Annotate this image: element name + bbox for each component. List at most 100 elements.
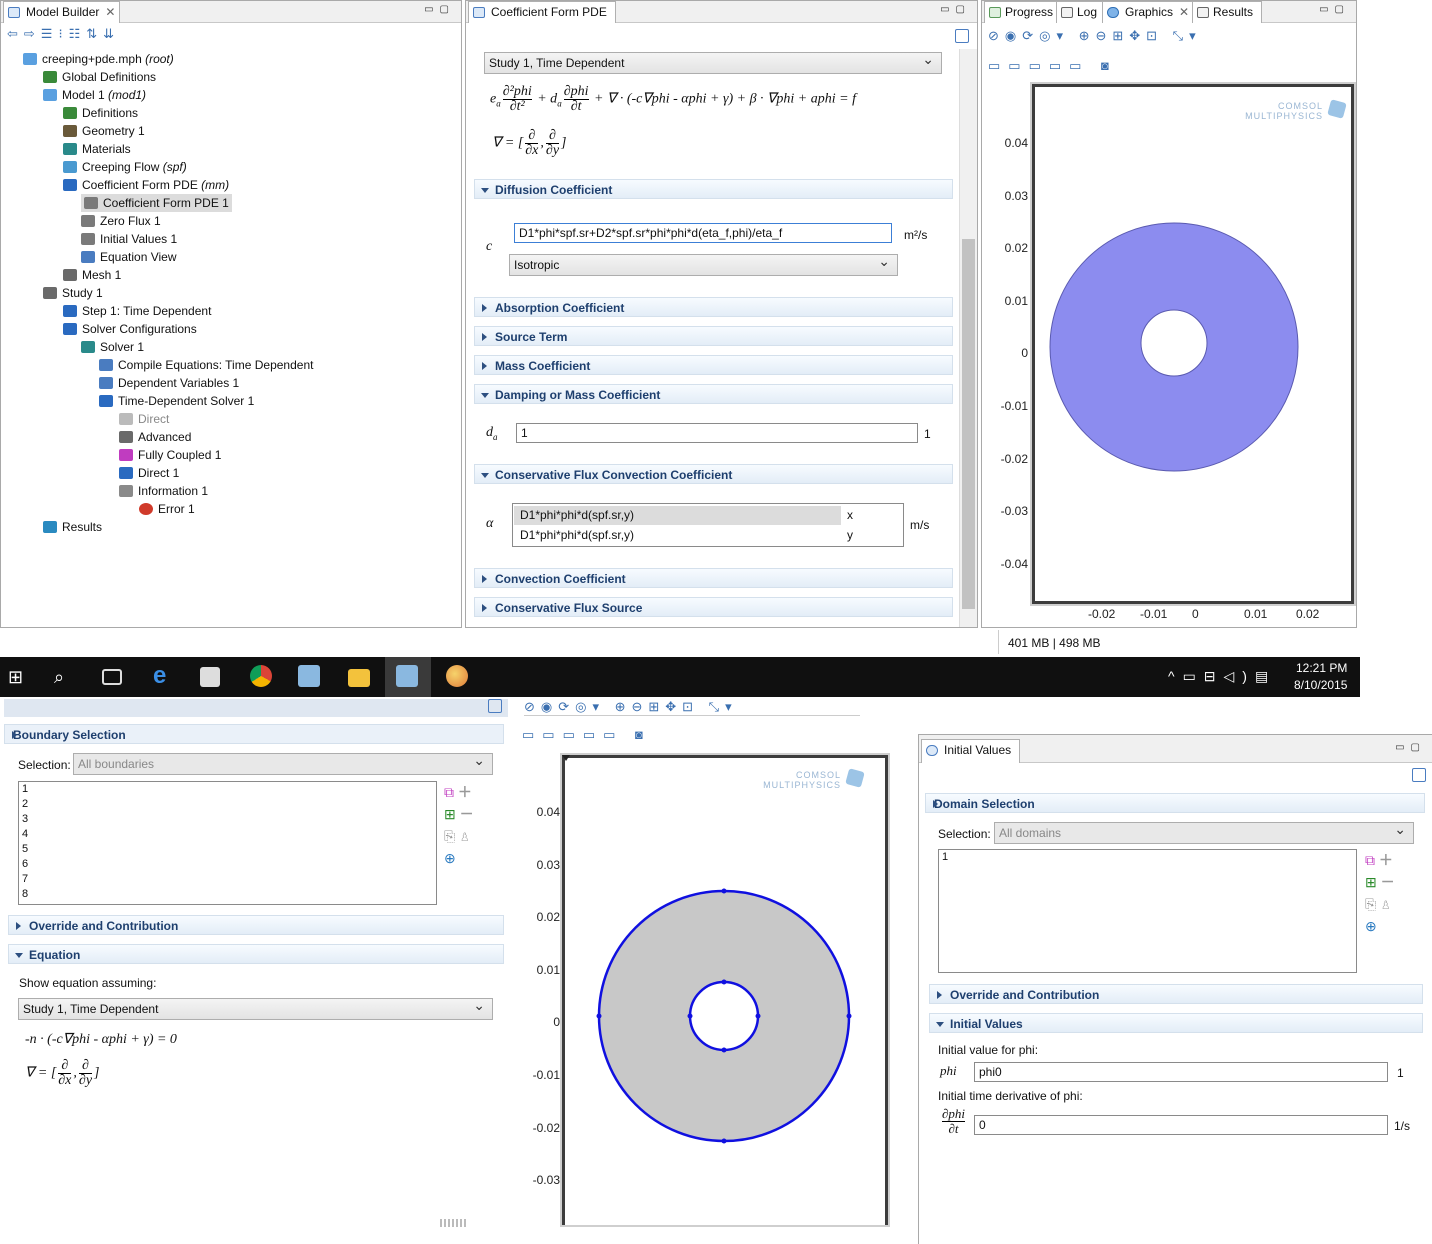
- clock-date[interactable]: 8/10/2015: [1294, 678, 1347, 692]
- section-override[interactable]: Override and Contribution: [8, 915, 504, 935]
- list-item[interactable]: 6: [19, 857, 436, 872]
- section-initial-values[interactable]: Initial Values: [929, 1013, 1423, 1033]
- comsol-active-icon[interactable]: [396, 665, 418, 687]
- boundary-list[interactable]: 12345678: [18, 781, 437, 905]
- graphics2-canvas[interactable]: COMSOL MULTIPHYSICS: [562, 755, 888, 1225]
- chrome-icon[interactable]: [250, 665, 272, 687]
- file-explorer-icon[interactable]: [348, 669, 370, 687]
- section-override-initial[interactable]: Override and Contribution: [929, 984, 1423, 1004]
- tree-item[interactable]: Step 1: Time Dependent: [63, 302, 211, 320]
- graphics-canvas[interactable]: COMSOL MULTIPHYSICS: [1032, 84, 1354, 604]
- tree-item[interactable]: Study 1: [43, 284, 103, 302]
- comsol-icon[interactable]: [298, 665, 320, 687]
- section-convection[interactable]: Convection Coefficient: [474, 568, 953, 588]
- tree-item[interactable]: Solver Configurations: [63, 320, 197, 338]
- study-select[interactable]: Study 1, Time Dependent: [484, 49, 942, 74]
- paste-selection-icon[interactable]: ⧉ ＋: [444, 781, 484, 803]
- section-equation[interactable]: Equation: [8, 944, 504, 964]
- list-item[interactable]: 3: [19, 812, 436, 827]
- alpha-x-value[interactable]: D1*phi*phi*d(spf.sr,y): [514, 506, 841, 525]
- close-icon[interactable]: ✕: [105, 2, 115, 23]
- list-item[interactable]: 2: [19, 797, 436, 812]
- alpha-y-value[interactable]: D1*phi*phi*d(spf.sr,y): [514, 526, 841, 545]
- boundary-study-select[interactable]: Study 1, Time Dependent: [18, 995, 493, 1020]
- coef-tab[interactable]: Coefficient Form PDE: [468, 1, 616, 23]
- copy-selection-icon[interactable]: ⎘ ♙: [444, 825, 484, 847]
- section-diffusion[interactable]: Diffusion Coefficient: [474, 179, 953, 199]
- dphi-initial-input[interactable]: 0: [974, 1115, 1388, 1135]
- tree-item[interactable]: Fully Coupled 1: [119, 446, 221, 464]
- domain-list[interactable]: 1: [938, 849, 1357, 973]
- create-selection-icon[interactable]: ⊞ －: [1365, 871, 1405, 893]
- list-item[interactable]: 7: [19, 872, 436, 887]
- tree-item[interactable]: Advanced: [119, 428, 191, 446]
- window-buttons[interactable]: ▭▢: [1395, 742, 1426, 753]
- tab-graphics[interactable]: Graphics ✕: [1102, 1, 1195, 23]
- tree-item[interactable]: Error 1: [139, 500, 195, 518]
- start-button-icon[interactable]: ⊞: [8, 665, 32, 689]
- coef-scrollbar[interactable]: [959, 49, 977, 627]
- task-view-icon[interactable]: [102, 669, 122, 685]
- create-selection-icon[interactable]: ⊞ －: [444, 803, 484, 825]
- tree-item[interactable]: Coefficient Form PDE 1: [81, 194, 232, 212]
- initial-values-tab[interactable]: Initial Values: [921, 739, 1021, 763]
- graphics2-toolbar-1[interactable]: ⊘◉⟳◎▾ ⊕⊖⊞✥⊡ ⤡▾: [524, 699, 738, 715]
- list-item[interactable]: 1: [939, 850, 1356, 865]
- equation-view-icon[interactable]: [955, 29, 969, 43]
- tree-item[interactable]: Materials: [63, 140, 131, 158]
- tree-item[interactable]: Definitions: [63, 104, 138, 122]
- list-item[interactable]: 8: [19, 887, 436, 902]
- tree-item[interactable]: Time-Dependent Solver 1: [99, 392, 254, 410]
- tree-item[interactable]: Global Definitions: [43, 68, 156, 86]
- c-type-select[interactable]: Isotropic: [509, 251, 898, 276]
- graphics-toolbar-2[interactable]: ▭▭▭▭▭ ◙: [988, 58, 1117, 74]
- tree-item[interactable]: Coefficient Form PDE (mm): [63, 176, 229, 194]
- tree-item[interactable]: Model 1 (mod1): [43, 86, 146, 104]
- tree-item[interactable]: Compile Equations: Time Dependent: [99, 356, 313, 374]
- zoom-selection-icon[interactable]: ⊕: [1365, 915, 1405, 937]
- graphics2-toolbar-2[interactable]: ▭▭▭▭▭ ◙: [522, 727, 651, 743]
- close-icon[interactable]: ✕: [1179, 2, 1189, 23]
- paint-icon[interactable]: [446, 665, 468, 687]
- tab-log[interactable]: Log: [1056, 1, 1107, 23]
- tab-progress[interactable]: Progress: [984, 1, 1063, 23]
- phi-initial-input[interactable]: phi0: [974, 1062, 1388, 1082]
- c-coefficient-input[interactable]: D1*phi*spf.sr+D2*spf.sr*phi*phi*d(eta_f,…: [514, 223, 892, 243]
- clock-time[interactable]: 12:21 PM: [1296, 661, 1347, 675]
- tray-icons[interactable]: ^▭⊟◁)▤: [1168, 668, 1276, 685]
- model-builder-tab[interactable]: Model Builder ✕: [3, 1, 121, 23]
- list-item[interactable]: 5: [19, 842, 436, 857]
- tree-item[interactable]: Results: [43, 518, 102, 536]
- edge-icon[interactable]: e: [153, 664, 177, 689]
- graphics-toolbar-1[interactable]: ⊘◉⟳◎▾ ⊕⊖⊞✥⊡ ⤡▾: [988, 28, 1202, 44]
- tree-item[interactable]: Information 1: [119, 482, 208, 500]
- tree-item[interactable]: Initial Values 1: [81, 230, 177, 248]
- tree-item[interactable]: Direct 1: [119, 464, 179, 482]
- section-source[interactable]: Source Term: [474, 326, 953, 346]
- section-mass[interactable]: Mass Coefficient: [474, 355, 953, 375]
- tree-item[interactable]: Geometry 1: [63, 122, 145, 140]
- window-buttons[interactable]: ▭▢: [1319, 4, 1350, 15]
- tree-item[interactable]: Mesh 1: [63, 266, 121, 284]
- store-icon[interactable]: [200, 667, 220, 687]
- section-domain-selection[interactable]: Domain Selection: [925, 793, 1425, 813]
- resize-grip[interactable]: [440, 1219, 466, 1227]
- list-item[interactable]: 1: [19, 782, 436, 797]
- paste-selection-icon[interactable]: ⧉ ＋: [1365, 849, 1405, 871]
- window-buttons[interactable]: ▭▢: [424, 4, 455, 15]
- da-input[interactable]: 1: [516, 423, 918, 443]
- section-absorption[interactable]: Absorption Coefficient: [474, 297, 953, 317]
- list-item[interactable]: 4: [19, 827, 436, 842]
- tree-item[interactable]: Equation View: [81, 248, 177, 266]
- tree-item[interactable]: Zero Flux 1: [81, 212, 161, 230]
- search-icon[interactable]: ⌕: [54, 665, 78, 689]
- tab-results[interactable]: Results: [1192, 1, 1263, 23]
- section-cons-flux-conv[interactable]: Conservative Flux Convection Coefficient: [474, 464, 953, 484]
- tree-item[interactable]: Solver 1: [81, 338, 144, 356]
- domain-selection-tools[interactable]: ⧉ ＋ ⊞ － ⎘ ♙ ⊕: [1365, 849, 1405, 937]
- section-cons-flux-source[interactable]: Conservative Flux Source: [474, 597, 953, 617]
- tree-item[interactable]: Direct: [119, 410, 169, 428]
- boundary-selection-select[interactable]: All boundaries: [73, 750, 493, 775]
- tree-item[interactable]: creeping+pde.mph (root): [23, 50, 174, 68]
- tree-item[interactable]: Creeping Flow (spf): [63, 158, 187, 176]
